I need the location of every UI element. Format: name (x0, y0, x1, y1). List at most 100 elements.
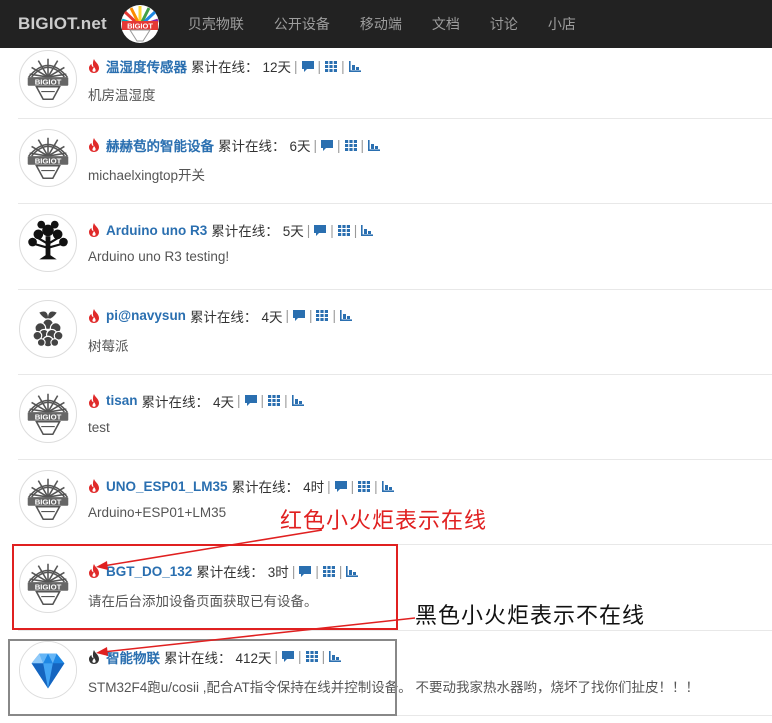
online-duration-label: 累计在线： (141, 394, 210, 410)
separator: | (306, 222, 311, 238)
flame-icon (89, 393, 99, 408)
nav-link-public-devices[interactable]: 公开设备 (259, 0, 345, 48)
device-name-link[interactable]: 赫赫苞的智能设备 (106, 135, 214, 155)
device-list-item: Arduino uno R3 累计在线： 5天 | | | Arduino uno R3 t… (18, 204, 772, 290)
svg-text:BIGIOT: BIGIOT (127, 22, 153, 31)
device-description: michaelxingtop开关 (88, 168, 206, 183)
online-duration-label: 累计在线： (218, 139, 286, 154)
device-description: 树莓派 (88, 338, 129, 354)
flame-icon (89, 479, 99, 494)
device-name-link[interactable]: UNO_ESP01_LM35 (106, 479, 228, 494)
top-navbar: BIGIOT.net BIGIOT 贝壳物联 公开设备 移动端 文档 讨论 小店 (0, 0, 772, 48)
nav-link-docs[interactable]: 文档 (417, 0, 475, 48)
separator: | (327, 478, 331, 494)
svg-text:BIGIOT: BIGIOT (35, 497, 62, 506)
data-chart-icon[interactable] (339, 309, 353, 322)
separator: | (360, 137, 365, 153)
online-duration-value: 12天 (262, 60, 292, 75)
data-chart-icon[interactable] (367, 139, 381, 152)
online-duration-value: 4天 (261, 309, 283, 325)
device-list-item: pi@navysun 累计在线： 4天 | | | 树莓派 (18, 290, 772, 375)
separator: | (317, 58, 322, 74)
online-duration-value: 5天 (282, 224, 304, 240)
separator: | (313, 137, 318, 153)
offline-annotation: 黑色小火炬表示不在线 (415, 604, 646, 629)
device-header: pi@navysun 累计在线： 4天 | | | (88, 306, 353, 326)
device-avatar[interactable] (19, 214, 77, 273)
comment-icon[interactable] (320, 139, 334, 152)
separator: | (341, 58, 345, 74)
grid-icon[interactable] (267, 394, 281, 407)
grid-icon[interactable] (315, 309, 329, 322)
device-avatar[interactable]: BIGIOT (19, 129, 77, 187)
device-list-item: BIGIOT tisan 累计在线： 4天 | | | test (18, 375, 772, 461)
device-list-item: BIGIOT 温湿度传感器 累计在线： 12天 | | | 机房温湿度 (18, 48, 772, 119)
nav-link-discuss[interactable]: 讨论 (475, 0, 533, 48)
separator: | (353, 222, 358, 238)
data-chart-icon[interactable] (291, 394, 305, 407)
separator: | (260, 393, 265, 409)
online-highlight-box (12, 544, 398, 630)
flame-icon (89, 223, 99, 238)
device-header: Arduino uno R3 累计在线： 5天 | | | (88, 220, 374, 240)
comment-icon[interactable] (313, 224, 327, 237)
device-avatar[interactable]: BIGIOT (19, 470, 77, 529)
offline-highlight-box (8, 639, 397, 716)
nav-link-beike[interactable]: 贝壳物联 (173, 0, 259, 48)
flame-icon (89, 59, 99, 73)
online-duration-label: 累计在线： (211, 224, 279, 240)
separator: | (284, 393, 288, 409)
grid-icon[interactable] (324, 60, 338, 73)
device-name-link[interactable]: pi@navysun (106, 308, 186, 323)
nav-link-shop[interactable]: 小店 (533, 0, 591, 48)
separator: | (350, 478, 355, 494)
device-description: test (88, 419, 110, 435)
device-name-link[interactable]: Arduino uno R3 (106, 223, 207, 238)
comment-icon[interactable] (244, 394, 258, 407)
separator: | (308, 308, 313, 324)
device-avatar[interactable]: BIGIOT (19, 50, 77, 108)
data-chart-icon[interactable] (348, 60, 362, 73)
nav-link-mobile[interactable]: 移动端 (345, 0, 417, 48)
device-name-link[interactable]: 温湿度传感器 (106, 56, 187, 76)
device-header: UNO_ESP01_LM35 累计在线： 4时 | | | (88, 476, 395, 496)
separator: | (337, 137, 341, 153)
separator: | (237, 393, 241, 409)
flame-icon (89, 308, 99, 323)
data-chart-icon[interactable] (360, 224, 374, 237)
separator: | (330, 222, 334, 238)
device-avatar[interactable]: BIGIOT (19, 384, 77, 443)
online-duration-value: 4天 (213, 394, 235, 410)
flame-icon (89, 138, 99, 152)
online-duration-value: 6天 (289, 139, 311, 154)
device-name-link[interactable]: tisan (106, 393, 138, 408)
svg-text:BIGIOT: BIGIOT (35, 156, 62, 165)
comment-icon[interactable] (301, 60, 315, 73)
separator: | (294, 58, 298, 74)
device-description: Arduino uno R3 testing! (88, 249, 230, 265)
device-header: 赫赫苞的智能设备 累计在线： 6天 | | | (88, 135, 381, 155)
separator: | (285, 308, 289, 324)
svg-text:BIGIOT: BIGIOT (35, 77, 62, 86)
separator: | (332, 308, 336, 324)
device-description: Arduino+ESP01+LM35 (88, 505, 227, 521)
device-avatar[interactable] (19, 299, 77, 358)
comment-icon[interactable] (292, 309, 306, 322)
online-duration-label: 累计在线： (189, 309, 258, 325)
online-duration-label: 累计在线： (231, 480, 300, 496)
grid-icon[interactable] (344, 139, 358, 152)
svg-text:BIGIOT: BIGIOT (35, 412, 62, 421)
online-annotation: 红色小火炬表示在线 (280, 509, 488, 534)
device-header: 温湿度传感器 累计在线： 12天 | | | (88, 56, 362, 76)
grid-icon[interactable] (357, 480, 371, 493)
device-header: tisan 累计在线： 4天 | | | (88, 391, 305, 411)
device-description: 机房温湿度 (88, 88, 156, 103)
separator: | (374, 478, 378, 494)
bigiot-logo[interactable]: BIGIOT (117, 4, 163, 44)
online-duration-label: 累计在线： (191, 60, 259, 75)
grid-icon[interactable] (337, 224, 351, 237)
comment-icon[interactable] (334, 480, 348, 493)
brand-name[interactable]: BIGIOT.net (18, 14, 107, 34)
nav-links: 贝壳物联 公开设备 移动端 文档 讨论 小店 (173, 0, 591, 48)
data-chart-icon[interactable] (381, 480, 395, 493)
